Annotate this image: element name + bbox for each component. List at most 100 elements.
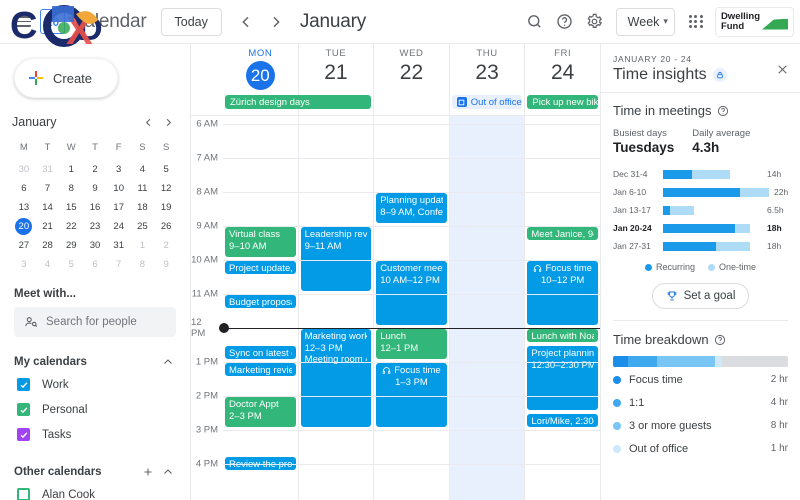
day-header-fri[interactable]: FRI 24 (524, 44, 600, 94)
today-button[interactable]: Today (160, 7, 222, 36)
mini-calendar-day[interactable]: 8 (131, 256, 155, 274)
mini-calendar-day[interactable]: 31 (107, 237, 131, 255)
mini-calendar-day[interactable]: 11 (131, 180, 155, 198)
all-day-event[interactable]: Pick up new bike (527, 95, 598, 109)
mini-calendar-day[interactable]: 10 (107, 180, 131, 198)
calendar-event[interactable]: Lunch with Noah (526, 328, 599, 343)
day-header-thu[interactable]: THU 23 (448, 44, 525, 94)
search-icon[interactable] (520, 7, 550, 37)
mini-calendar-day[interactable]: 24 (107, 218, 131, 236)
mini-calendar-day[interactable]: 29 (59, 237, 83, 255)
mini-calendar-day[interactable]: 5 (59, 256, 83, 274)
mini-calendar-day[interactable]: 19 (154, 199, 178, 217)
calendar-event[interactable]: Meet Janice, 9–9:30 AM (526, 226, 599, 241)
mini-calendar-day[interactable]: 13 (12, 199, 36, 217)
day-header-wed[interactable]: WED 22 (373, 44, 449, 94)
day-column-2[interactable]: Planning update8–9 AM, Conference room Cu… (373, 116, 449, 500)
calendar-event[interactable]: Marketing workshop12–3 PMMeeting room 4a (299, 328, 373, 428)
mini-calendar-day[interactable]: 7 (36, 180, 60, 198)
other-calendars-collapse-icon[interactable] (158, 462, 178, 482)
set-a-goal-button[interactable]: Set a goal (651, 283, 750, 309)
mini-calendar-day[interactable]: 25 (131, 218, 155, 236)
all-day-event[interactable]: Zürich design days (225, 95, 372, 109)
my-calendars-collapse-icon[interactable] (158, 352, 178, 372)
day-header-tue[interactable]: TUE 21 (297, 44, 374, 94)
calendar-event[interactable]: Focus time 10–12 PM (526, 260, 599, 326)
calendar-event[interactable]: Sync on latest designs (224, 345, 297, 360)
calendar-event[interactable]: Customer meeting10 AM–12 PM (375, 260, 448, 326)
all-day-event[interactable]: Out of office (451, 95, 523, 109)
mini-calendar-day[interactable]: 1 (131, 237, 155, 255)
all-day-column-2[interactable] (373, 94, 449, 115)
hamburger-icon[interactable] (8, 7, 38, 37)
mini-calendar-prev-icon[interactable] (138, 112, 158, 132)
mini-calendar-day[interactable]: 8 (59, 180, 83, 198)
calendar-event[interactable]: Virtual class 9–10 AM (224, 226, 297, 258)
calendar-event[interactable]: Focus time 1–3 PM (375, 362, 448, 428)
mini-calendar-day[interactable]: 23 (83, 218, 107, 236)
mini-calendar-day[interactable]: 9 (154, 256, 178, 274)
checkbox-checked[interactable] (17, 428, 30, 441)
checkbox-unchecked[interactable] (17, 488, 30, 500)
mini-calendar-day[interactable]: 6 (12, 180, 36, 198)
prev-period-icon[interactable] (232, 8, 260, 36)
calendar-event[interactable]: Project update, 10–10:30 AM (224, 260, 297, 275)
apps-grid-icon[interactable] (681, 7, 711, 37)
search-input[interactable] (46, 316, 166, 328)
view-selector[interactable]: Week ▾ (615, 7, 675, 36)
mini-calendar-day[interactable]: 17 (107, 199, 131, 217)
mini-calendar-day[interactable]: 14 (36, 199, 60, 217)
day-column-4[interactable]: Meet Janice, 9–9:30 AM Focus time10–12 PM… (524, 116, 600, 500)
mini-calendar-day[interactable]: 7 (107, 256, 131, 274)
day-header-mon[interactable]: MON 20 (223, 44, 298, 94)
mini-calendar-day[interactable]: 18 (131, 199, 155, 217)
create-button[interactable]: Create (14, 58, 118, 98)
mini-calendar-day[interactable]: 5 (154, 161, 178, 179)
mini-calendar-day[interactable]: 22 (59, 218, 83, 236)
mini-calendar-day[interactable]: 30 (83, 237, 107, 255)
mini-calendar-day[interactable]: 21 (36, 218, 60, 236)
calendar-event[interactable]: Planning update8–9 AM, Conference room (375, 192, 448, 224)
calendar-event[interactable]: Lori/Mike, 2:30–3 PM (526, 413, 599, 428)
mini-calendar-day[interactable]: 2 (83, 161, 107, 179)
mini-calendar-day[interactable]: 3 (12, 256, 36, 274)
mini-calendar-day[interactable]: 1 (59, 161, 83, 179)
add-other-calendar-icon[interactable] (138, 462, 158, 482)
mini-calendar-day[interactable]: 28 (36, 237, 60, 255)
mini-calendar-day[interactable]: 4 (36, 256, 60, 274)
gear-icon[interactable] (580, 7, 610, 37)
day-column-1[interactable]: Leadership review9–11 AM Marketing worksh… (297, 116, 374, 500)
mini-calendar-day[interactable]: 9 (83, 180, 107, 198)
close-icon[interactable] (773, 60, 791, 78)
time-grid-scroll[interactable]: 6 AM 7 AM 8 AM 9 AM 10 AM 11 AM 12 PM 1 PM 2 PM 3… (191, 116, 600, 500)
day-column-0[interactable]: Virtual class9–10 AM Project update, 10–1… (223, 116, 298, 500)
mini-calendar-day[interactable]: 26 (154, 218, 178, 236)
mini-calendar-selected-day[interactable]: 20 (12, 218, 36, 236)
all-day-column-4[interactable]: Pick up new bike (524, 94, 600, 115)
calendar-event[interactable]: Marketing review (224, 362, 297, 377)
calendar-event[interactable]: Lunch 12–1 PM (375, 328, 448, 360)
calendar-item-tasks[interactable]: Tasks (0, 422, 190, 447)
next-period-icon[interactable] (262, 8, 290, 36)
mini-calendar-day[interactable]: 31 (36, 161, 60, 179)
mini-calendar-day[interactable]: 3 (107, 161, 131, 179)
search-for-people-field[interactable] (14, 307, 176, 337)
mini-calendar-day[interactable]: 4 (131, 161, 155, 179)
all-day-column-3[interactable]: Out of office (448, 94, 525, 115)
calendar-event[interactable]: Project planning 12:30–2:30 PM (526, 345, 599, 411)
all-day-column-0[interactable]: Zürich design days (223, 94, 372, 115)
checkbox-checked[interactable] (17, 403, 30, 416)
mini-calendar-day[interactable]: 15 (59, 199, 83, 217)
calendar-event[interactable]: Leadership review9–11 AM (299, 226, 373, 292)
mini-calendar-next-icon[interactable] (158, 112, 178, 132)
brand-logo[interactable]: Dwelling Fund (714, 6, 794, 37)
mini-calendar-day[interactable]: 2 (154, 237, 178, 255)
calendar-item-work[interactable]: Work (0, 372, 190, 397)
checkbox-checked[interactable] (17, 378, 30, 391)
mini-calendar-day[interactable]: 12 (154, 180, 178, 198)
help-icon[interactable] (550, 7, 580, 37)
calendar-item-personal[interactable]: Personal (0, 397, 190, 422)
mini-calendar-day[interactable]: 16 (83, 199, 107, 217)
mini-calendar-day[interactable]: 27 (12, 237, 36, 255)
mini-calendar-day[interactable]: 30 (12, 161, 36, 179)
